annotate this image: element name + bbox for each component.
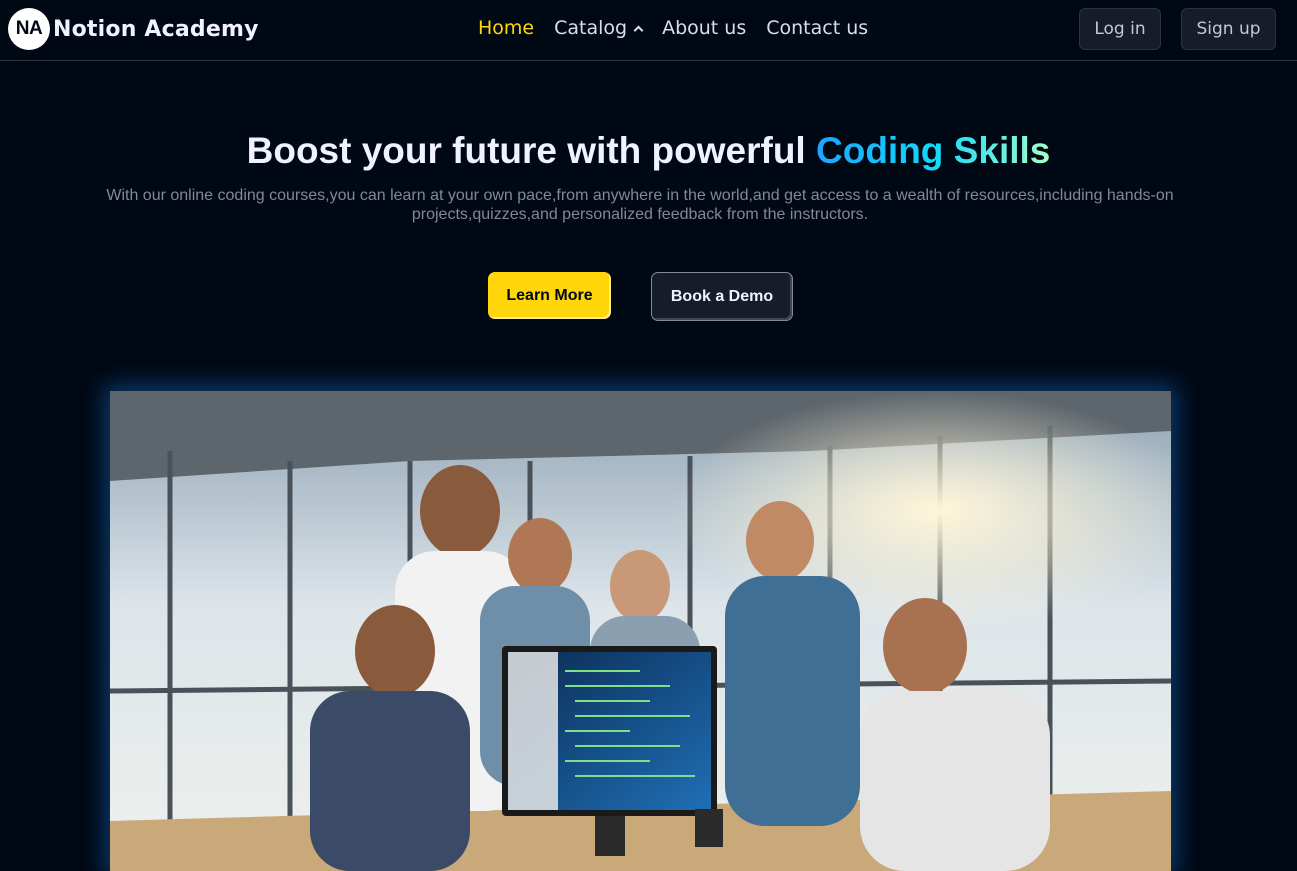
navbar: NA Notion Academy Home Catalog About us … [0,0,1297,61]
logo[interactable]: NA Notion Academy [8,8,259,50]
nav-item-label: Catalog [554,17,628,39]
nav-item-catalog[interactable]: Catalog [554,17,644,39]
nav-links: Home Catalog About us Contact us [478,16,868,40]
nav-item-contact[interactable]: Contact us [766,17,868,39]
hero-subtitle: With our online coding courses,you can l… [106,187,1174,223]
hero-title-prefix: Boost your future with powerful [246,130,816,171]
learn-more-button[interactable]: Learn More [488,272,611,319]
photo-illustration [110,391,1171,871]
chevron-up-icon [633,25,644,35]
book-demo-button[interactable]: Book a Demo [651,272,793,321]
nav-item-home[interactable]: Home [478,17,534,39]
nav-item-about[interactable]: About us [662,17,746,39]
signup-button[interactable]: Sign up [1181,8,1276,50]
logo-badge: NA [8,8,50,50]
hero-title-highlight: Coding Skills [816,130,1051,171]
logo-text: Notion Academy [53,16,259,42]
nav-item-label: Home [478,17,535,39]
hero-title: Boost your future with powerful Coding S… [0,130,1297,172]
team-coding-photo [110,391,1171,871]
nav-item-label: Contact us [766,17,869,39]
nav-item-label: About us [662,17,747,39]
login-button[interactable]: Log in [1079,8,1161,50]
